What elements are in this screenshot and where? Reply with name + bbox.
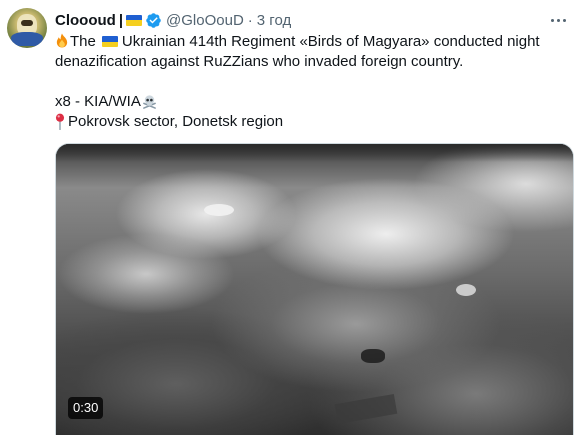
tweet-text-l4: Pokrovsk sector, Donetsk region — [68, 113, 284, 130]
video-duration-badge: 0:30 — [68, 397, 104, 419]
video-player[interactable]: 0:30 — [55, 143, 574, 435]
avatar-detail — [21, 20, 33, 26]
verified-badge-icon[interactable] — [145, 12, 162, 29]
tweet-header: Clooоud | @GloOouD · 3 год — [55, 10, 291, 30]
tweet-text-line-2: denazification against RuZZians who inva… — [55, 53, 464, 70]
video-thumbnail[interactable] — [56, 144, 573, 435]
tweet-text-line-3: x8 - KIA/WIA — [55, 92, 570, 112]
tweet-text-line-1: The Ukrainian 414th Regiment «Birds of Ma… — [55, 32, 570, 52]
author-name-separator: | — [118, 11, 124, 29]
avatar-detail — [11, 32, 43, 46]
ukraine-flag-icon — [101, 36, 118, 47]
video-frame-detail — [361, 349, 385, 363]
author-handle[interactable]: @GloOouD — [166, 12, 244, 29]
more-horizontal-icon — [550, 18, 554, 22]
author-display-name[interactable]: Clooоud — [55, 12, 116, 29]
more-dot — [562, 18, 566, 22]
video-frame-detail — [204, 204, 234, 216]
more-options-button[interactable] — [543, 8, 573, 32]
tweet-text-l1-start: The — [70, 33, 96, 50]
header-separator: · — [247, 11, 253, 29]
tweet-card[interactable]: Clooоud | @GloOouD · 3 год The Ukrainian … — [0, 0, 582, 435]
video-frame-detail — [334, 393, 398, 425]
fire-icon — [56, 33, 68, 48]
more-dot — [556, 18, 560, 22]
post-timestamp[interactable]: 3 год — [257, 12, 291, 29]
skull-and-crossbones-icon — [142, 95, 156, 109]
tweet-text: The Ukrainian 414th Regiment «Birds of Ma… — [55, 32, 570, 132]
ukraine-flag-icon — [126, 14, 143, 26]
tweet-text-blank-line — [55, 72, 570, 92]
video-frame-detail — [456, 284, 476, 296]
video-frame-edge — [56, 144, 573, 162]
tweet-text-l3: x8 - KIA/WIA — [55, 93, 141, 110]
author-avatar[interactable] — [7, 8, 47, 48]
round-pushpin-icon — [55, 113, 65, 130]
tweet-text-line-4: Pokrovsk sector, Donetsk region — [55, 112, 570, 132]
tweet-text-l1-rest: Ukrainian 414th Regiment «Birds of Magya… — [121, 33, 540, 50]
